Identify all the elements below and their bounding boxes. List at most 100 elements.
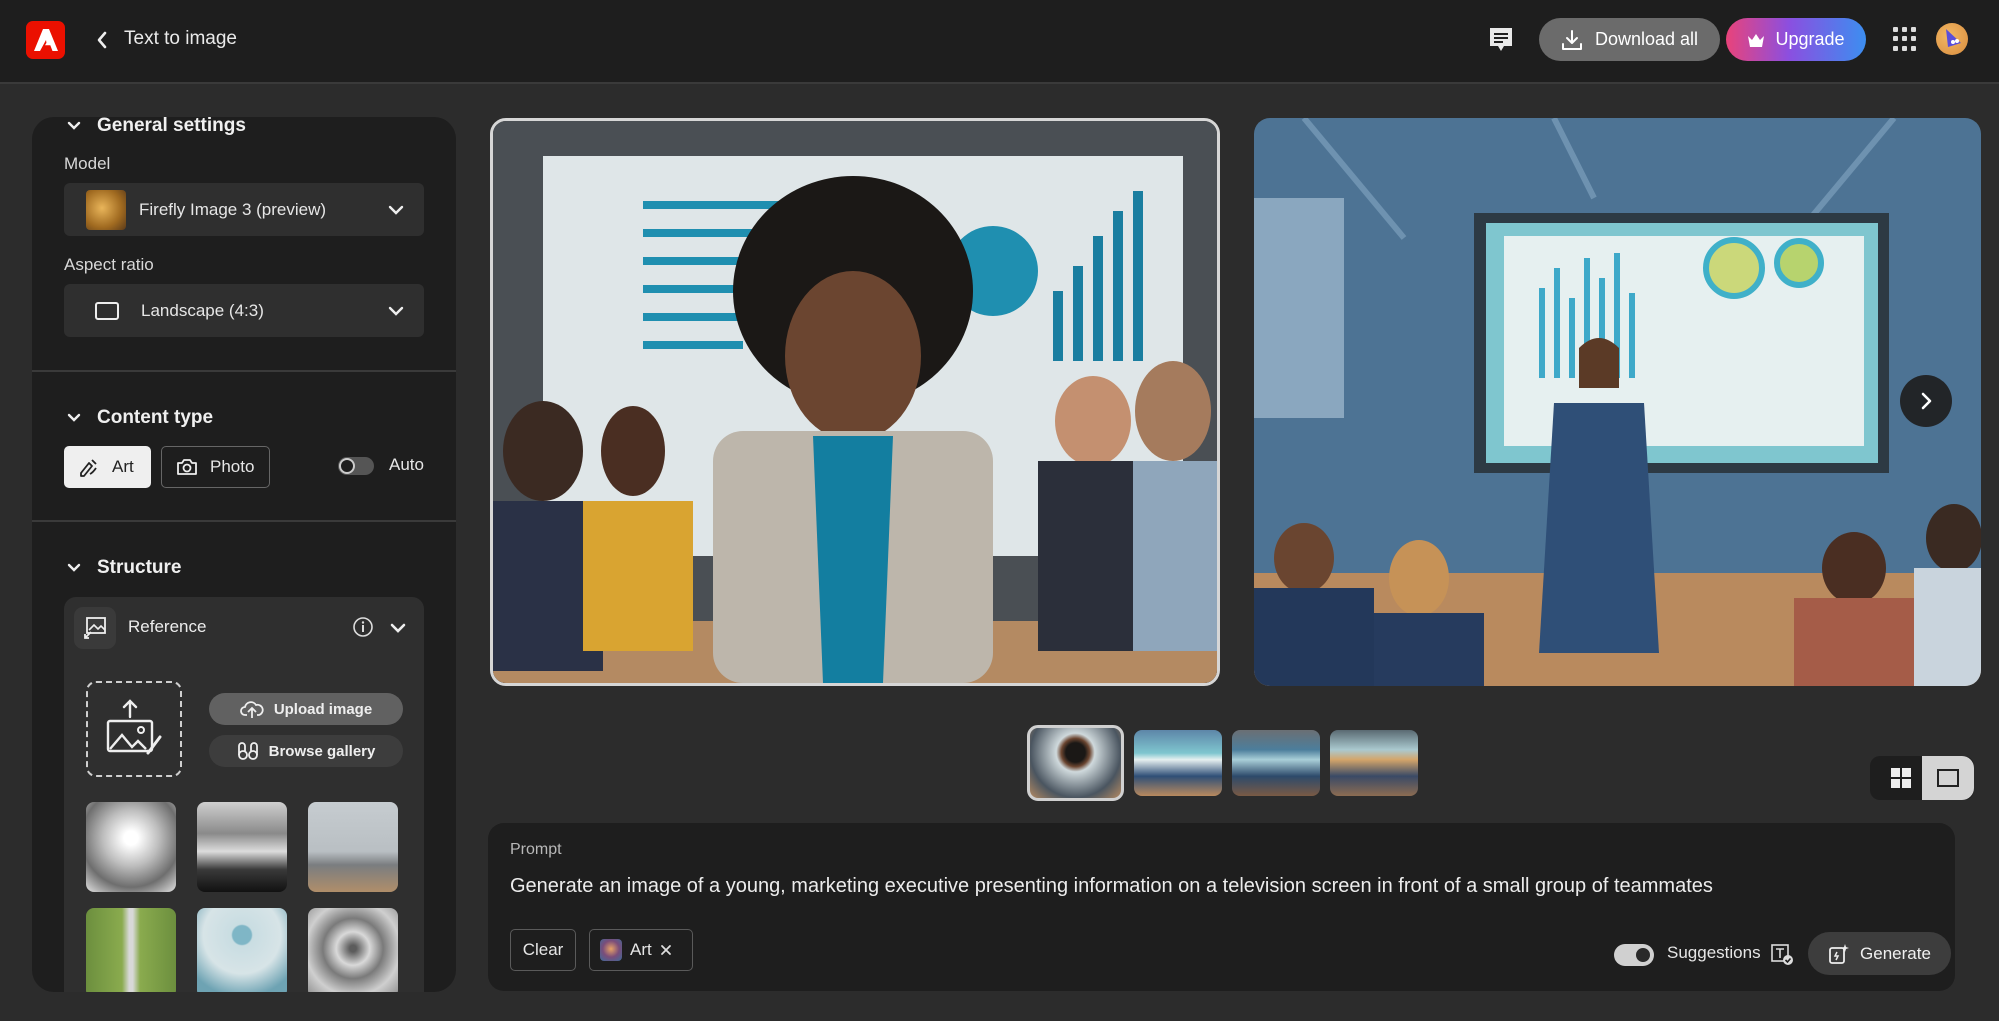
prompt-label: Prompt (510, 841, 562, 858)
download-all-button[interactable]: Download all (1539, 18, 1720, 61)
reference-gallery (86, 802, 401, 992)
chevron-down-icon (388, 306, 404, 316)
upgrade-button[interactable]: Upgrade (1726, 18, 1866, 61)
thumbnail-4[interactable] (1330, 730, 1418, 796)
section-divider (32, 370, 456, 372)
model-select[interactable]: Firefly Image 3 (preview) (64, 183, 424, 236)
generate-button[interactable]: Generate (1808, 932, 1951, 975)
reference-label: Reference (128, 617, 207, 636)
chevron-left-icon (97, 31, 107, 49)
generated-image-1-art (493, 121, 1217, 683)
gallery-thumb-river[interactable] (197, 802, 287, 892)
content-type-header[interactable]: Content type (67, 407, 213, 429)
browse-gallery-label: Browse gallery (268, 742, 376, 760)
brush-pen-icon (80, 459, 97, 477)
structure-header[interactable]: Structure (67, 557, 181, 579)
back-button[interactable] (90, 26, 114, 54)
single-view-button[interactable] (1922, 756, 1974, 800)
prompt-panel: Prompt Generate an image of a young, mar… (488, 823, 1955, 991)
binoculars-icon (237, 742, 258, 760)
art-label: Art (112, 457, 134, 476)
gallery-thumb-road[interactable] (86, 908, 176, 992)
general-settings-header[interactable]: General settings (67, 117, 246, 137)
avatar-image (1946, 29, 1961, 47)
section-divider (32, 520, 456, 522)
auto-label: Auto (389, 455, 424, 474)
toggle-knob (1634, 946, 1652, 964)
reference-icon (74, 607, 116, 649)
view-mode-toggle (1870, 756, 1974, 800)
photo-label: Photo (210, 457, 255, 476)
generated-image-2-art (1254, 118, 1981, 686)
generated-image-2[interactable] (1254, 118, 1981, 686)
settings-panel: General settings Model Firefly Image 3 (… (32, 117, 456, 992)
reference-card: Reference Upload image Browse gallery (64, 597, 424, 992)
crown-icon (1748, 33, 1765, 47)
content-type-heading: Content type (97, 407, 214, 428)
grid-view-button[interactable] (1880, 756, 1922, 800)
thumbnail-1[interactable] (1027, 725, 1124, 801)
aspect-ratio-label: Aspect ratio (64, 255, 154, 274)
generate-sparkle-icon (1829, 943, 1850, 964)
auto-toggle[interactable] (338, 457, 374, 475)
model-thumbnail (86, 189, 126, 230)
image-reference-icon (84, 617, 106, 639)
feedback-button[interactable] (1488, 26, 1516, 56)
clear-button[interactable]: Clear (510, 929, 576, 971)
chevron-down-icon (67, 563, 81, 572)
chevron-down-icon (67, 413, 81, 422)
reference-dropzone[interactable] (86, 681, 182, 777)
feedback-icon (1490, 28, 1512, 51)
next-image-button[interactable] (1900, 375, 1952, 427)
generated-image-1[interactable] (490, 118, 1220, 686)
cloud-upload-icon (239, 701, 264, 718)
chevron-down-icon (388, 205, 404, 215)
gallery-thumb-bird[interactable] (86, 802, 176, 892)
gallery-thumb-sphere[interactable] (197, 908, 287, 992)
remove-chip-icon[interactable] (660, 944, 672, 956)
upgrade-label: Upgrade (1775, 29, 1845, 49)
style-thumbnail (600, 939, 622, 961)
text-check-icon[interactable] (1770, 942, 1794, 966)
content-type-art-button[interactable]: Art (64, 446, 151, 488)
chevron-down-icon[interactable] (389, 619, 407, 637)
variation-thumbnails (1027, 725, 1418, 801)
upload-image-icon (106, 699, 162, 755)
content-type-photo-button[interactable]: Photo (161, 446, 270, 488)
adobe-a-icon (33, 29, 58, 51)
single-view-icon (1937, 769, 1959, 787)
page-title: Text to image (124, 28, 237, 49)
structure-heading: Structure (97, 557, 182, 578)
apps-grid-icon[interactable] (1893, 27, 1917, 51)
general-settings-heading: General settings (97, 117, 246, 136)
adobe-logo[interactable] (26, 21, 65, 59)
prompt-input[interactable]: Generate an image of a young, marketing … (510, 875, 1713, 898)
landscape-icon (95, 301, 119, 320)
browse-gallery-button[interactable]: Browse gallery (209, 735, 403, 767)
gallery-thumb-owl[interactable] (308, 908, 398, 992)
download-icon (1561, 29, 1582, 50)
toggle-knob (339, 458, 355, 474)
generate-label: Generate (1860, 943, 1931, 963)
top-bar: Text to image Download all Upgrade (0, 0, 1999, 84)
thumbnail-3[interactable] (1232, 730, 1320, 796)
model-label: Model (64, 154, 111, 173)
camera-icon (177, 459, 197, 475)
grid-view-icon (1891, 768, 1911, 788)
aspect-ratio-select[interactable]: Landscape (4:3) (64, 284, 424, 337)
upload-image-label: Upload image (273, 700, 373, 718)
upload-image-button[interactable]: Upload image (209, 693, 403, 725)
aspect-ratio-value: Landscape (4:3) (141, 300, 264, 320)
download-all-label: Download all (1594, 29, 1699, 49)
art-style-chip: Art (589, 929, 693, 971)
gallery-thumb-living-room[interactable] (308, 802, 398, 892)
chevron-down-icon (67, 121, 81, 130)
chevron-right-icon (1921, 392, 1932, 410)
suggestions-label: Suggestions (1667, 943, 1761, 962)
art-chip-label: Art (630, 940, 652, 959)
info-icon[interactable] (352, 616, 374, 638)
suggestions-toggle[interactable] (1614, 944, 1654, 966)
model-value: Firefly Image 3 (preview) (139, 199, 327, 219)
user-avatar[interactable] (1936, 23, 1968, 55)
thumbnail-2[interactable] (1134, 730, 1222, 796)
